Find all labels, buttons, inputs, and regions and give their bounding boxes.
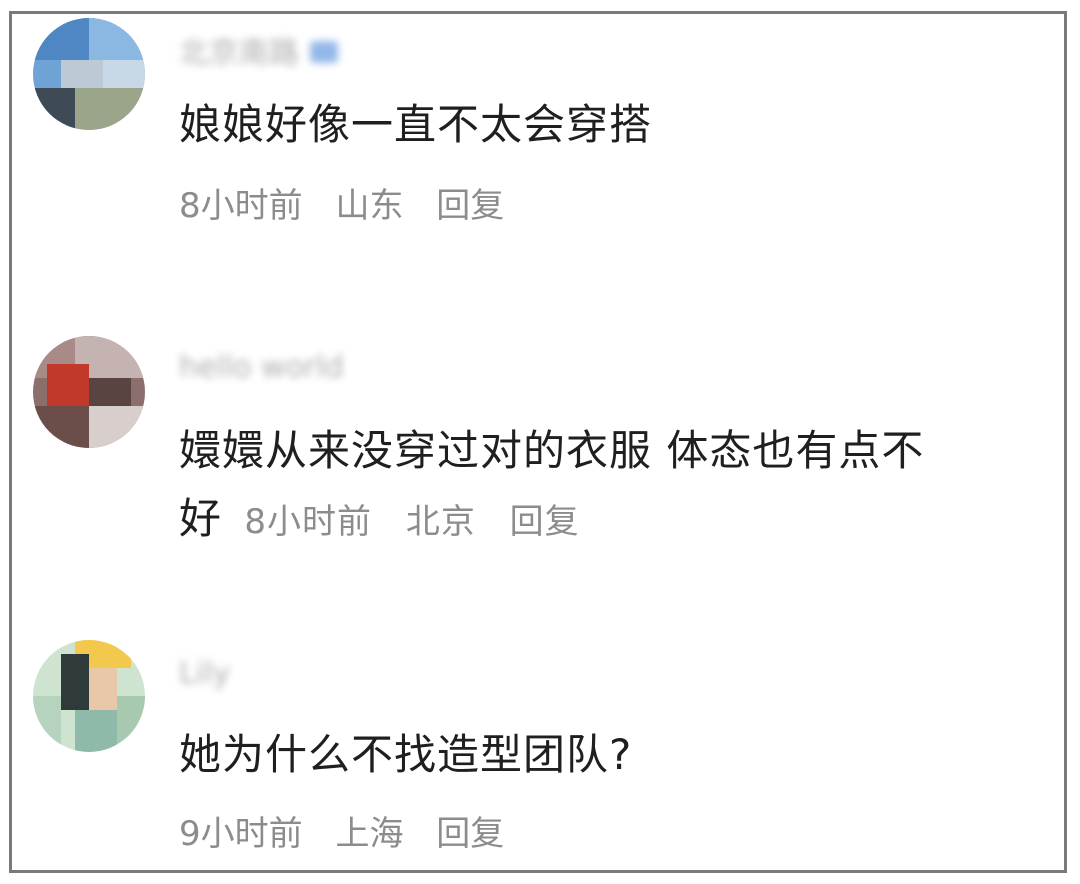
badge-icon <box>310 41 339 63</box>
comment-text: 娘娘好像一直不太会穿搭 <box>179 100 653 149</box>
comment-text-line-2: 好 8小时前 北京 回复 <box>179 488 602 553</box>
avatar-image <box>33 336 145 448</box>
comment-list: 北京南路 娘娘好像一直不太会穿搭 8小时前 山东 回复 hello world <box>9 11 1067 873</box>
avatar-image <box>33 18 145 130</box>
comment-location: 北京 <box>405 502 476 542</box>
comment-time: 8小时前 <box>244 502 373 542</box>
username[interactable]: 北京南路 <box>179 28 339 71</box>
reply-button[interactable]: 回复 <box>510 502 580 542</box>
reply-button[interactable]: 回复 <box>436 814 504 854</box>
user-avatar[interactable] <box>33 336 145 448</box>
comment-time: 9小时前 <box>179 814 303 854</box>
comment-meta: 8小时前 山东 回复 <box>179 178 526 227</box>
comment-meta: 8小时前 北京 回复 <box>244 502 601 542</box>
comment-text: 她为什么不找造型团队? <box>179 730 633 779</box>
avatar-image <box>33 640 145 752</box>
user-avatar[interactable] <box>33 18 145 130</box>
comment-location: 山东 <box>335 186 404 226</box>
comment-meta: 9小时前 上海 回复 <box>179 806 526 855</box>
comment-text-continuation: 好 <box>179 494 223 543</box>
comment-time: 8小时前 <box>179 186 303 226</box>
user-avatar[interactable] <box>33 640 145 752</box>
reply-button[interactable]: 回复 <box>436 186 504 226</box>
username[interactable]: hello world <box>179 350 344 385</box>
comment-location: 上海 <box>335 814 404 854</box>
username[interactable]: Lily <box>179 656 230 691</box>
comment-text-line-1: 嬛嬛从来没穿过对的衣服 体态也有点不 <box>179 426 925 475</box>
